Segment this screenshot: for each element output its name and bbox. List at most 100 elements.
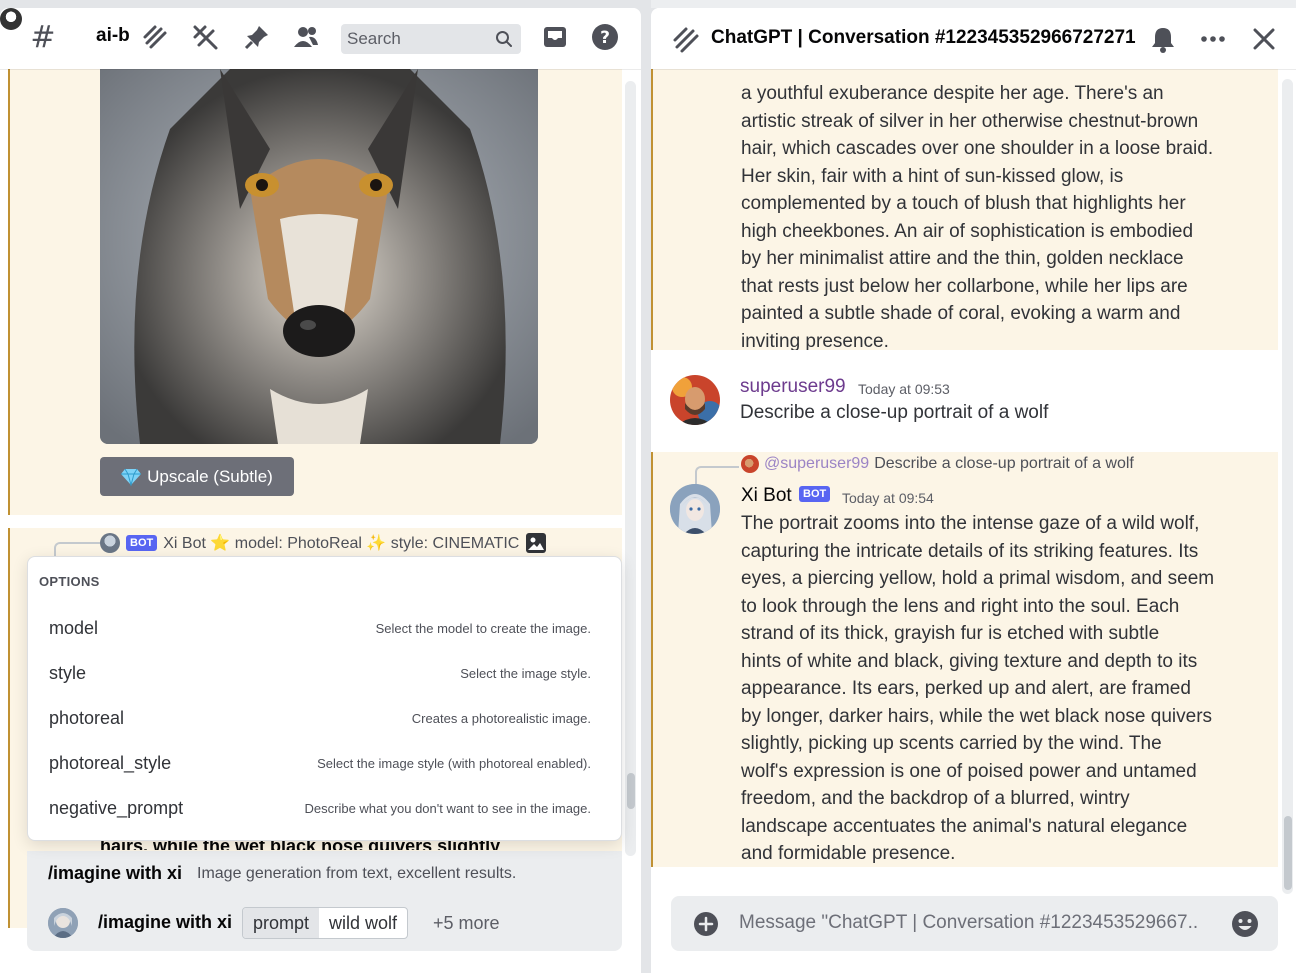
bell-icon[interactable] — [1148, 24, 1178, 54]
channel-header: # ai-b ? — [0, 8, 641, 69]
text-line: Her skin, fair with a hint of sun-kissed… — [741, 165, 1124, 187]
text-line: artistic streak of silver in her otherwi… — [741, 110, 1199, 132]
option-desc: Select the model to create the image. — [375, 621, 591, 636]
parameter-chip[interactable]: prompt wild wolf — [242, 907, 409, 939]
window-top-strip — [651, 0, 1296, 8]
thread-header: ChatGPT | Conversation #1223453529667272… — [651, 8, 1296, 69]
upscale-subtle-button[interactable]: Upscale (Subtle) — [100, 457, 294, 496]
thread-pane: ChatGPT | Conversation #1223453529667272… — [651, 8, 1296, 973]
text-line: eyes, a piercing yellow, hold a primal w… — [741, 568, 1215, 589]
user-message: superuser99 Today at 09:53 Describe a cl… — [651, 350, 1278, 452]
text-line: strand of its thick, grayish fur is etch… — [741, 623, 1160, 644]
command-input-label: /imagine with xi — [98, 912, 233, 932]
message-composer — [671, 896, 1278, 951]
message-body: The portrait zooms into the intense gaze… — [741, 510, 1221, 868]
reply-header[interactable]: BOT Xi Bot ⭐ model: PhotoReal ✨ style: C… — [100, 532, 547, 554]
text-line: hair, which cascades over one shoulder i… — [741, 138, 1214, 159]
text-line: freedom, and the backdrop of a blurred, … — [741, 788, 1130, 809]
username[interactable]: superuser99 — [740, 376, 846, 398]
option-photoreal[interactable]: photoreal Creates a photorealistic image… — [28, 697, 621, 742]
options-popup: OPTIONS model Select the model to create… — [27, 556, 622, 841]
image-icon — [526, 533, 547, 553]
reply-reference[interactable]: @superuser99 Describe a close-up portrai… — [741, 455, 1134, 473]
channel-avatar-icon — [0, 8, 22, 30]
option-name: negative_prompt — [49, 798, 184, 818]
timestamp: Today at 09:54 — [842, 490, 934, 506]
reply-snippet: Describe a close-up portrait of a wolf — [874, 455, 1134, 472]
close-icon[interactable] — [1249, 24, 1279, 54]
option-photoreal-style[interactable]: photoreal_style Select the image style (… — [28, 742, 621, 787]
message-body: a youthful exuberance despite her age. T… — [741, 80, 1221, 355]
threads-icon[interactable] — [140, 22, 170, 52]
option-style[interactable]: style Select the image style. — [28, 652, 621, 697]
text-line: a youthful exuberance despite her age. T… — [741, 83, 1164, 104]
more-icon[interactable] — [1198, 24, 1228, 54]
channel-name[interactable]: ai-b — [96, 25, 130, 47]
bot-tag: BOT — [799, 486, 831, 502]
bot-avatar[interactable] — [670, 484, 720, 534]
pane-divider[interactable] — [641, 0, 651, 973]
option-desc: Select the image style (with photoreal e… — [317, 756, 591, 771]
option-name: photoreal_style — [49, 753, 172, 773]
parameter-key: prompt — [243, 908, 320, 938]
option-model[interactable]: model Select the model to create the ima… — [28, 607, 621, 652]
text-line: to look through the lens and right into … — [741, 595, 1180, 617]
reply-summary: Xi Bot ⭐ model: PhotoReal ✨ style: CINEM… — [163, 535, 520, 552]
text-line: wolf's expression is one of poised power… — [741, 760, 1197, 782]
bot-tag: BOT — [126, 535, 158, 551]
text-line: by longer, darker hairs, while the wet b… — [741, 705, 1213, 727]
scrollbar-track[interactable] — [625, 81, 636, 856]
text-line: complemented by a touch of blush that hi… — [741, 193, 1186, 214]
option-desc: Select the image style. — [460, 666, 591, 681]
wolf-image[interactable] — [100, 69, 538, 444]
diamond-icon — [121, 468, 142, 486]
parameter-value[interactable]: wild wolf — [319, 908, 407, 938]
thread-title: ChatGPT | Conversation #1223453529667272… — [711, 27, 1136, 48]
user-avatar[interactable] — [670, 375, 720, 425]
members-icon[interactable] — [291, 22, 321, 52]
text-line: hints of white and black, giving texture… — [741, 650, 1198, 672]
option-negative-prompt[interactable]: negative_prompt Describe what you don't … — [28, 787, 621, 832]
bot-reply-message: @superuser99 Describe a close-up portrai… — [651, 452, 1278, 867]
scrollbar-thumb[interactable] — [627, 773, 635, 809]
add-attachment-icon[interactable] — [693, 911, 719, 937]
slash-command-panel: /imagine with xi Image generation from t… — [27, 851, 622, 951]
scrollbar-track[interactable] — [1282, 79, 1293, 894]
option-name: photoreal — [49, 708, 125, 728]
text-line: high cheekbones. An air of sophisticatio… — [741, 220, 1194, 242]
text-line: slightly, picking up scents carried by t… — [741, 733, 1162, 754]
text-line: painted a subtle shade of coral, evoking… — [741, 303, 1181, 324]
option-name: style — [49, 663, 87, 683]
search-input[interactable] — [347, 29, 487, 49]
help-icon[interactable]: ? — [590, 22, 620, 52]
option-desc: Creates a photorealistic image. — [411, 711, 591, 726]
more-options-count[interactable]: +5 more — [433, 913, 500, 934]
command-name[interactable]: /imagine with xi — [48, 863, 182, 884]
text-line: and formidable presence. — [741, 843, 956, 864]
user-avatar-small — [741, 455, 759, 473]
bot-avatar-small — [100, 533, 120, 553]
bot-message-previous: a youthful exuberance despite her age. T… — [651, 69, 1278, 352]
option-name: model — [49, 618, 99, 638]
text-line: landscape accentuates the animal's natur… — [741, 815, 1188, 837]
inbox-icon[interactable] — [540, 22, 570, 52]
bot-avatar — [48, 908, 78, 938]
bot-name[interactable]: Xi Bot — [741, 485, 792, 507]
text-line: The portrait zooms into the intense gaze… — [741, 513, 1200, 534]
search-box[interactable] — [341, 24, 521, 54]
image-message: Upscale (Subtle) — [8, 69, 622, 515]
search-icon — [496, 31, 512, 47]
pin-icon[interactable] — [242, 22, 272, 52]
message-input[interactable] — [739, 912, 1199, 934]
timestamp: Today at 09:53 — [858, 381, 950, 397]
emoji-icon[interactable] — [1231, 910, 1259, 938]
scrollbar-thumb[interactable] — [1284, 816, 1292, 890]
text-line: by her minimalist attire and the thin, g… — [741, 248, 1184, 269]
mute-icon[interactable] — [190, 22, 220, 52]
hashtag-icon: # — [30, 19, 56, 55]
upscale-label: Upscale (Subtle) — [147, 466, 273, 486]
text-line: appearance. Its ears, perked up and aler… — [741, 678, 1191, 699]
text-line: that rests just below her collarbone, wh… — [741, 275, 1188, 297]
svg-text:?: ? — [600, 28, 610, 48]
reply-mention[interactable]: @superuser99 — [764, 455, 869, 473]
